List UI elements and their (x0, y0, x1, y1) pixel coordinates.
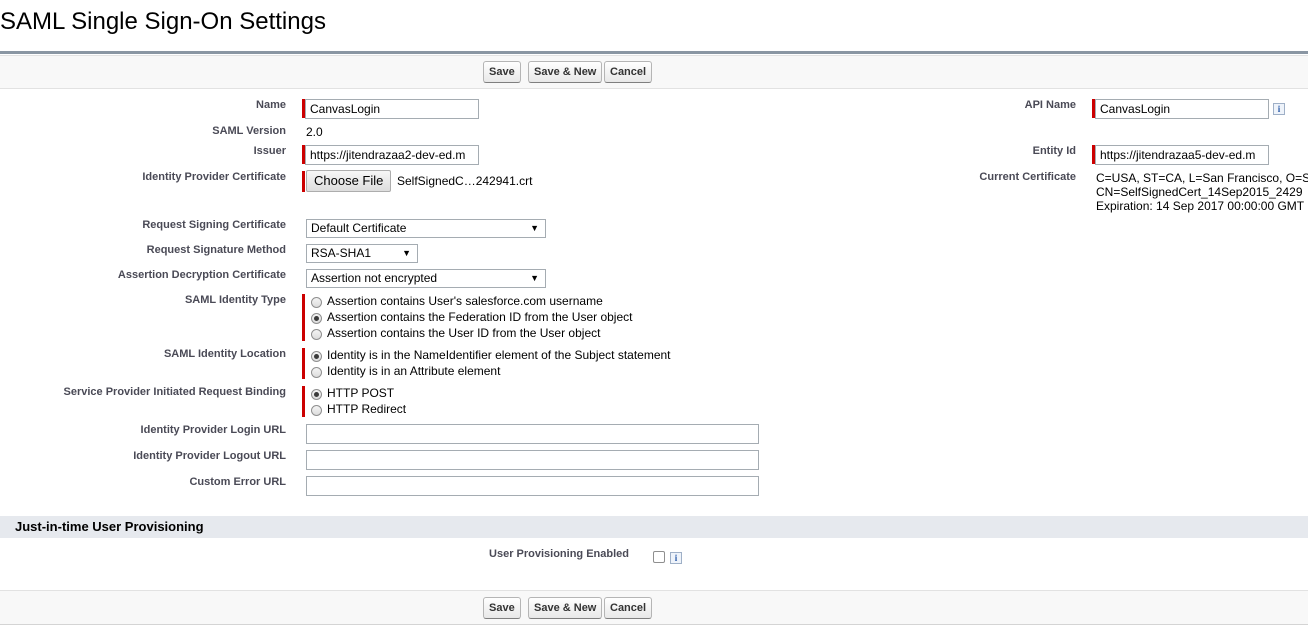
custom-error-url-input[interactable] (306, 476, 759, 496)
saml-version-value: 2.0 (306, 125, 323, 139)
name-label: Name (256, 99, 286, 111)
user-provisioning-info-icon[interactable]: i (670, 552, 682, 564)
name-input[interactable]: CanvasLogin (305, 99, 479, 119)
user-provisioning-label: User Provisioning Enabled (489, 548, 629, 560)
request-signature-method-label: Request Signature Method (146, 244, 286, 256)
certificate-expiration-line: Expiration: 14 Sep 2017 00:00:00 GMT (1096, 199, 1305, 213)
idp-logout-url-label: Identity Provider Logout URL (133, 450, 286, 462)
request-signing-cert-label: Request Signing Certificate (142, 219, 286, 231)
chevron-down-icon: ▼ (402, 248, 411, 258)
page-title: SAML Single Sign-On Settings (0, 8, 326, 35)
entity-id-label: Entity Id (1032, 145, 1076, 157)
request-signature-method-value: RSA-SHA1 (311, 246, 372, 260)
identity-type-user-id-radio[interactable] (311, 329, 322, 340)
identity-location-nameidentifier-radio[interactable] (311, 351, 322, 362)
current-certificate-value: C=USA, ST=CA, L=San Francisco, O=S CN=Se… (1096, 171, 1308, 213)
certificate-cn-line: CN=SelfSignedCert_14Sep2015_2429 (1096, 185, 1303, 199)
binding-http-post-label: HTTP POST (327, 386, 395, 400)
api-name-label: API Name (1024, 99, 1076, 111)
certificate-subject-line: C=USA, ST=CA, L=San Francisco, O=S (1096, 171, 1308, 185)
custom-error-url-label: Custom Error URL (189, 476, 286, 488)
assertion-decryption-cert-value: Assertion not encrypted (311, 271, 438, 285)
choose-file-button[interactable]: Choose File (306, 170, 392, 192)
saml-version-label: SAML Version (212, 125, 286, 137)
identity-type-username-label: Assertion contains User's salesforce.com… (327, 294, 603, 308)
issuer-label: Issuer (253, 145, 286, 157)
selected-file-name: SelfSignedC…242941.crt (397, 174, 533, 188)
identity-type-federation-id-label: Assertion contains the Federation ID fro… (327, 310, 633, 324)
request-signing-cert-select[interactable]: Default Certificate ▼ (306, 219, 546, 238)
saml-identity-location-label: SAML Identity Location (163, 348, 286, 360)
save-and-new-button[interactable]: Save & New (528, 597, 603, 619)
assertion-decryption-cert-select[interactable]: Assertion not encrypted ▼ (306, 269, 546, 288)
identity-location-attribute-label: Identity is in an Attribute element (327, 364, 501, 378)
top-button-bar: Save Save & New Cancel (0, 55, 1308, 89)
sp-request-binding-required-indicator (302, 386, 305, 417)
saml-identity-type-label: SAML Identity Type (184, 294, 286, 306)
cancel-button[interactable]: Cancel (604, 61, 653, 83)
issuer-input[interactable]: https://jitendrazaa2-dev-ed.m (305, 145, 479, 165)
title-divider (0, 51, 1308, 54)
idp-certificate-required-indicator (302, 171, 305, 192)
cancel-button[interactable]: Cancel (604, 597, 653, 619)
identity-type-username-radio[interactable] (311, 297, 322, 308)
chevron-down-icon: ▼ (530, 223, 539, 233)
identity-location-attribute-radio[interactable] (311, 367, 322, 378)
save-and-new-button[interactable]: Save & New (528, 61, 603, 83)
idp-logout-url-input[interactable] (306, 450, 759, 470)
entity-id-input[interactable]: https://jitendrazaa5-dev-ed.m (1095, 145, 1269, 165)
identity-type-federation-id-radio[interactable] (311, 313, 322, 324)
binding-http-redirect-label: HTTP Redirect (327, 402, 407, 416)
save-button[interactable]: Save (483, 61, 521, 83)
chevron-down-icon: ▼ (530, 273, 539, 283)
identity-type-user-id-label: Assertion contains the User ID from the … (327, 326, 601, 340)
saml-identity-type-required-indicator (302, 294, 305, 341)
sp-request-binding-label: Service Provider Initiated Request Bindi… (63, 386, 287, 398)
binding-http-post-radio[interactable] (311, 389, 322, 400)
save-button[interactable]: Save (483, 597, 521, 619)
bottom-button-bar: Save Save & New Cancel (0, 590, 1308, 625)
bottom-divider (0, 624, 1308, 625)
request-signature-method-select[interactable]: RSA-SHA1 ▼ (306, 244, 418, 263)
jit-section-title: Just-in-time User Provisioning (15, 519, 204, 534)
binding-http-redirect-radio[interactable] (311, 405, 322, 416)
identity-location-nameidentifier-label: Identity is in the NameIdentifier elemen… (327, 348, 671, 362)
idp-certificate-label: Identity Provider Certificate (142, 171, 286, 183)
api-name-info-icon[interactable]: i (1273, 103, 1285, 115)
request-signing-cert-value: Default Certificate (311, 221, 407, 235)
idp-login-url-label: Identity Provider Login URL (140, 424, 286, 436)
assertion-decryption-cert-label: Assertion Decryption Certificate (117, 269, 286, 281)
user-provisioning-checkbox[interactable] (653, 551, 665, 563)
api-name-input[interactable]: CanvasLogin (1095, 99, 1269, 119)
idp-login-url-input[interactable] (306, 424, 759, 444)
saml-identity-location-required-indicator (302, 348, 305, 379)
current-certificate-label: Current Certificate (979, 171, 1076, 183)
